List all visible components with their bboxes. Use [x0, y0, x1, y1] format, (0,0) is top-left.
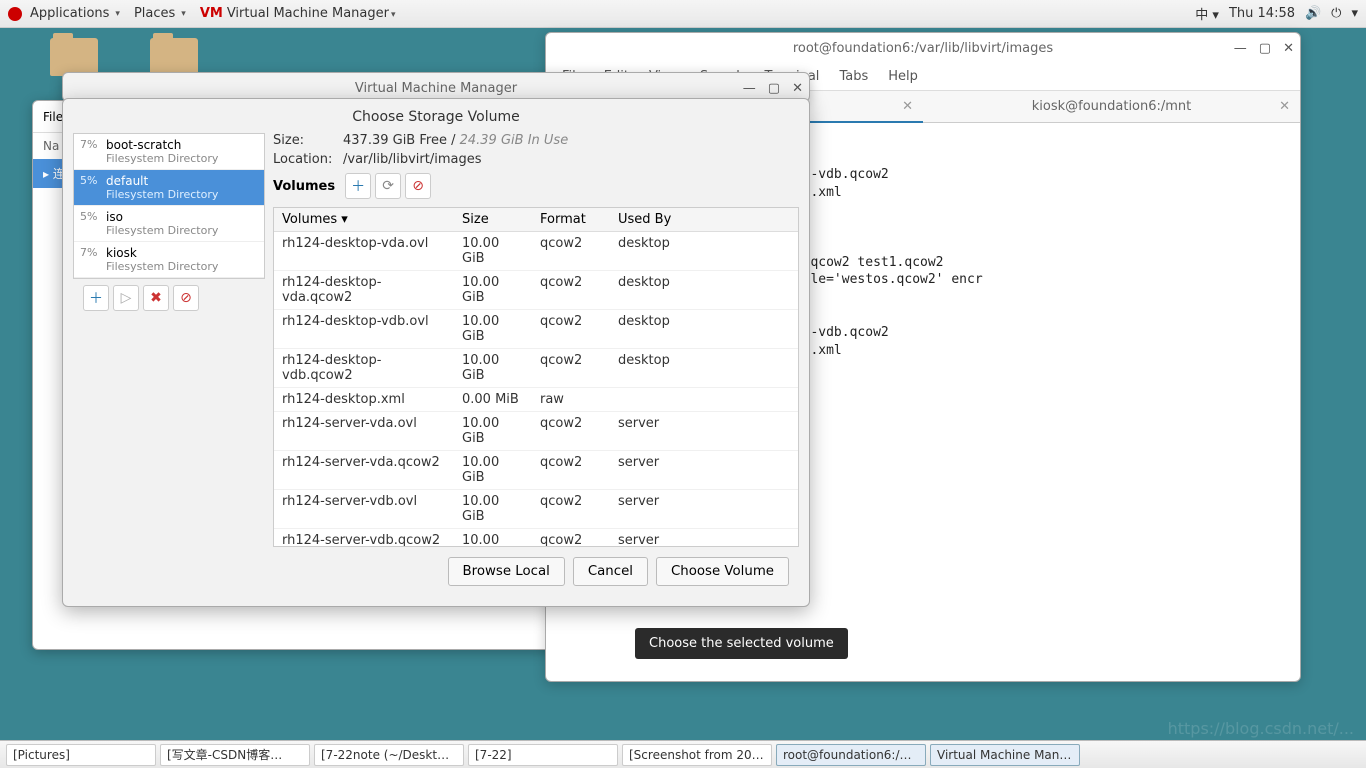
tooltip: Choose the selected volume — [635, 628, 848, 659]
volume-row[interactable]: rh124-desktop.xml0.00 MiBraw — [274, 388, 798, 412]
places-menu[interactable]: Places — [128, 4, 192, 23]
desktop-folder[interactable] — [144, 38, 204, 76]
pool-list[interactable]: 7%boot-scratchFilesystem Directory5%defa… — [73, 133, 265, 279]
distro-icon — [8, 7, 22, 21]
volume-table: Volumes ▾ Size Format Used By rh124-desk… — [273, 207, 799, 547]
pool-item[interactable]: 5%defaultFilesystem Directory — [74, 170, 264, 206]
terminal-menu-item[interactable]: Tabs — [839, 69, 868, 84]
pool-delete-button[interactable]: ⊘ — [173, 285, 199, 311]
pool-item[interactable]: 5%isoFilesystem Directory — [74, 206, 264, 242]
minimize-icon[interactable]: — — [1234, 41, 1247, 56]
bottom-taskbar: [Pictures][写文章-CSDN博客…[7-22note (~/Deskt… — [0, 740, 1366, 768]
size-used: 24.39 GiB In Use — [460, 133, 569, 148]
close-icon[interactable]: ✕ — [792, 81, 803, 96]
user-menu-caret[interactable]: ▾ — [1351, 6, 1358, 21]
pool-start-button[interactable]: ▷ — [113, 285, 139, 311]
window-title-text: Virtual Machine Manager — [355, 81, 517, 96]
volume-row[interactable]: rh124-server-vdb.ovl10.00 GiBqcow2server — [274, 490, 798, 529]
pool-add-button[interactable]: ＋ — [83, 285, 109, 311]
location-label: Location: — [273, 152, 343, 167]
taskbar-item[interactable]: [Pictures] — [6, 744, 156, 766]
taskbar-item[interactable]: root@foundation6:/… — [776, 744, 926, 766]
dialog-title: Choose Storage Volume — [63, 99, 809, 133]
location-value: /var/lib/libvirt/images — [343, 152, 482, 167]
input-method[interactable]: 中 ▾ — [1195, 4, 1219, 23]
taskbar-item[interactable]: Virtual Machine Man… — [930, 744, 1080, 766]
col-size[interactable]: Size — [454, 208, 532, 231]
maximize-icon[interactable]: ▢ — [768, 81, 780, 96]
sound-icon[interactable]: 🔊 — [1305, 6, 1321, 21]
close-icon[interactable]: ✕ — [1283, 41, 1294, 56]
terminal-menu-item[interactable]: Help — [888, 69, 918, 84]
volumes-label: Volumes — [273, 179, 335, 194]
taskbar-item[interactable]: [7-22note (~/Deskt… — [314, 744, 464, 766]
browse-local-button[interactable]: Browse Local — [448, 557, 565, 586]
top-panel: Applications Places VMVirtual Machine Ma… — [0, 0, 1366, 28]
size-free: 437.39 GiB Free / — [343, 133, 455, 148]
watermark: https://blog.csdn.net/... — [1168, 719, 1354, 738]
volume-row[interactable]: rh124-server-vda.qcow210.00 GiBqcow2serv… — [274, 451, 798, 490]
col-volumes[interactable]: Volumes ▾ — [274, 208, 454, 231]
tab-close-icon[interactable]: ✕ — [1279, 99, 1290, 114]
active-app[interactable]: VMVirtual Machine Manager — [194, 4, 402, 23]
terminal-title: root@foundation6:/var/lib/libvirt/images — [793, 41, 1053, 56]
size-label: Size: — [273, 133, 343, 148]
choose-volume-button[interactable]: Choose Volume — [656, 557, 789, 586]
volume-row[interactable]: rh124-desktop-vdb.ovl10.00 GiBqcow2deskt… — [274, 310, 798, 349]
taskbar-item[interactable]: [Screenshot from 20… — [622, 744, 772, 766]
volume-delete-button[interactable]: ⊘ — [405, 173, 431, 199]
storage-dialog: Choose Storage Volume 7%boot-scratchFile… — [62, 98, 810, 607]
cancel-button[interactable]: Cancel — [573, 557, 648, 586]
volume-row[interactable]: rh124-server-vda.ovl10.00 GiBqcow2server — [274, 412, 798, 451]
maximize-icon[interactable]: ▢ — [1259, 41, 1271, 56]
pool-item[interactable]: 7%boot-scratchFilesystem Directory — [74, 134, 264, 170]
volume-row[interactable]: rh124-desktop-vda.qcow210.00 GiBqcow2des… — [274, 271, 798, 310]
pool-stop-button[interactable]: ✖ — [143, 285, 169, 311]
col-format[interactable]: Format — [532, 208, 610, 231]
volume-row[interactable]: rh124-desktop-vda.ovl10.00 GiBqcow2deskt… — [274, 232, 798, 271]
taskbar-item[interactable]: [写文章-CSDN博客… — [160, 744, 310, 766]
minimize-icon[interactable]: — — [743, 81, 756, 96]
vmm-file-menu[interactable]: File — [43, 110, 63, 124]
col-usedby[interactable]: Used By — [610, 208, 798, 231]
volume-row[interactable]: rh124-desktop-vdb.qcow210.00 GiBqcow2des… — [274, 349, 798, 388]
tab-close-icon[interactable]: ✕ — [902, 99, 913, 114]
vmm-icon: VM — [200, 6, 223, 21]
vmm-name-col: Na — [43, 139, 59, 153]
sort-caret-icon: ▾ — [341, 212, 348, 227]
clock[interactable]: Thu 14:58 — [1229, 6, 1295, 21]
desktop-folder[interactable] — [44, 38, 104, 76]
volume-refresh-button[interactable]: ⟳ — [375, 173, 401, 199]
terminal-tab[interactable]: kiosk@foundation6:/mnt✕ — [923, 91, 1300, 122]
pool-item[interactable]: 7%kioskFilesystem Directory — [74, 242, 264, 278]
volume-table-header: Volumes ▾ Size Format Used By — [274, 208, 798, 232]
volume-add-button[interactable]: ＋ — [345, 173, 371, 199]
taskbar-item[interactable]: [7-22] — [468, 744, 618, 766]
power-icon[interactable]: ⏻ — [1331, 6, 1341, 21]
volume-row[interactable]: rh124-server-vdb.qcow210.00 GiBqcow2serv… — [274, 529, 798, 547]
applications-menu[interactable]: Applications — [24, 4, 126, 23]
